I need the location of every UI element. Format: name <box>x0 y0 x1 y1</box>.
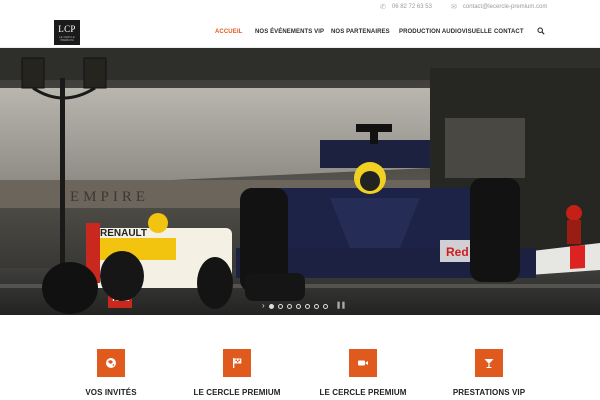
phone-icon: ✆ <box>380 4 386 11</box>
nav-item-evenements-vip[interactable]: NOS ÉVÉNEMENTS VIP <box>255 29 324 35</box>
feature-label: LE CERCLE PREMIUM <box>193 388 281 397</box>
hero-race-photo: EMPIRE RENAULT Total <box>0 48 600 315</box>
top-bar: ✆ 06 82 72 63 53 ✉ contact@lecercle-prem… <box>0 0 600 16</box>
slider-dot[interactable] <box>322 303 328 309</box>
hero-sign-text: EMPIRE <box>70 189 149 205</box>
nav-item-accueil[interactable]: ACCUEIL <box>215 29 242 35</box>
slider-controls: › ❚❚ <box>262 301 347 311</box>
feature-label: VOS INVITÉS <box>85 388 137 397</box>
search-icon[interactable] <box>537 27 545 35</box>
cocktail-glass-icon <box>475 349 503 377</box>
phone-number: 06 82 72 63 53 <box>391 4 432 10</box>
email-contact[interactable]: ✉ contact@lecercle-premium.com <box>451 3 547 11</box>
feature-label: PRESTATIONS VIP <box>452 388 526 397</box>
slider-dot[interactable] <box>277 303 283 309</box>
slider-dot[interactable] <box>268 303 274 309</box>
site-header: LCP LE CERCLE PREMIUM ACCUEIL NOS ÉVÉNEM… <box>0 16 600 48</box>
slider-pause-icon[interactable]: ❚❚ <box>336 302 347 310</box>
slider-dot[interactable] <box>295 303 301 309</box>
email-address: contact@lecercle-premium.com <box>462 4 548 10</box>
flag-icon <box>223 349 251 377</box>
hero-slider: EMPIRE RENAULT Total <box>0 48 600 315</box>
feature-cercle-premium-1[interactable]: LE CERCLE PREMIUM <box>182 349 292 397</box>
yellow-car-sponsor: RENAULT <box>100 228 147 239</box>
slider-dot[interactable] <box>313 303 319 309</box>
nav-item-production-audiovisuelle[interactable]: PRODUCTION AUDIOVISUELLE <box>399 29 492 35</box>
feature-prestations-vip[interactable]: PRESTATIONS VIP <box>434 349 544 397</box>
feature-label: LE CERCLE PREMIUM <box>319 388 407 397</box>
phone-contact[interactable]: ✆ 06 82 72 63 53 <box>380 3 432 11</box>
globe-icon <box>97 349 125 377</box>
slider-next-arrow[interactable]: › <box>262 302 265 310</box>
feature-cercle-premium-2[interactable]: LE CERCLE PREMIUM <box>308 349 418 397</box>
slider-dot[interactable] <box>286 303 292 309</box>
video-camera-icon <box>349 349 377 377</box>
main-nav: ACCUEIL NOS ÉVÉNEMENTS VIP NOS PARTENAIR… <box>0 16 600 48</box>
feature-vos-invites[interactable]: VOS INVITÉS <box>56 349 166 397</box>
envelope-icon: ✉ <box>451 4 457 11</box>
slider-dot[interactable] <box>304 303 310 309</box>
features-section: VOS INVITÉS LE CERCLE PREMIUM LE CERCLE … <box>0 315 600 400</box>
nav-item-contact[interactable]: CONTACT <box>494 29 524 35</box>
nav-item-partenaires[interactable]: NOS PARTENAIRES <box>331 29 390 35</box>
